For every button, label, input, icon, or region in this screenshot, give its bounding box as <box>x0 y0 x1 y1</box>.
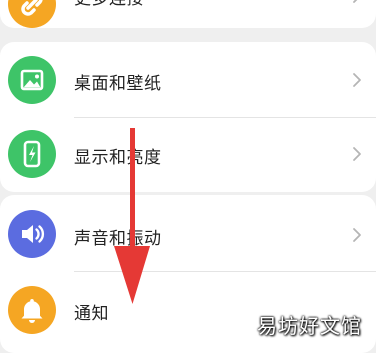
speaker-icon <box>8 210 56 258</box>
settings-item-more-connections[interactable]: 更多连接 <box>0 0 376 42</box>
chevron-right-icon <box>353 228 361 242</box>
settings-item-sound-vibration[interactable]: 声音和振动 <box>0 195 376 271</box>
chevron-right-icon <box>353 147 361 161</box>
watermark: 易坊好文馆 <box>257 314 362 338</box>
phone-brightness-icon <box>8 130 56 178</box>
link-icon <box>8 0 56 28</box>
settings-group-connections: 更多连接 <box>0 0 376 28</box>
settings-item-label: 桌面和壁纸 <box>74 74 162 94</box>
image-icon <box>8 56 56 104</box>
settings-group-display: 桌面和壁纸 显示和亮度 <box>0 42 376 192</box>
settings-item-label: 显示和亮度 <box>74 148 162 168</box>
chevron-right-icon <box>353 73 361 87</box>
settings-item-display-brightness[interactable]: 显示和亮度 <box>0 118 376 194</box>
chevron-right-icon <box>353 0 358 3</box>
settings-item-label: 声音和振动 <box>74 229 162 249</box>
settings-item-wallpaper[interactable]: 桌面和壁纸 <box>0 42 376 118</box>
settings-item-label: 通知 <box>74 304 109 324</box>
settings-item-label: 更多连接 <box>74 0 144 9</box>
bell-icon <box>8 286 56 334</box>
